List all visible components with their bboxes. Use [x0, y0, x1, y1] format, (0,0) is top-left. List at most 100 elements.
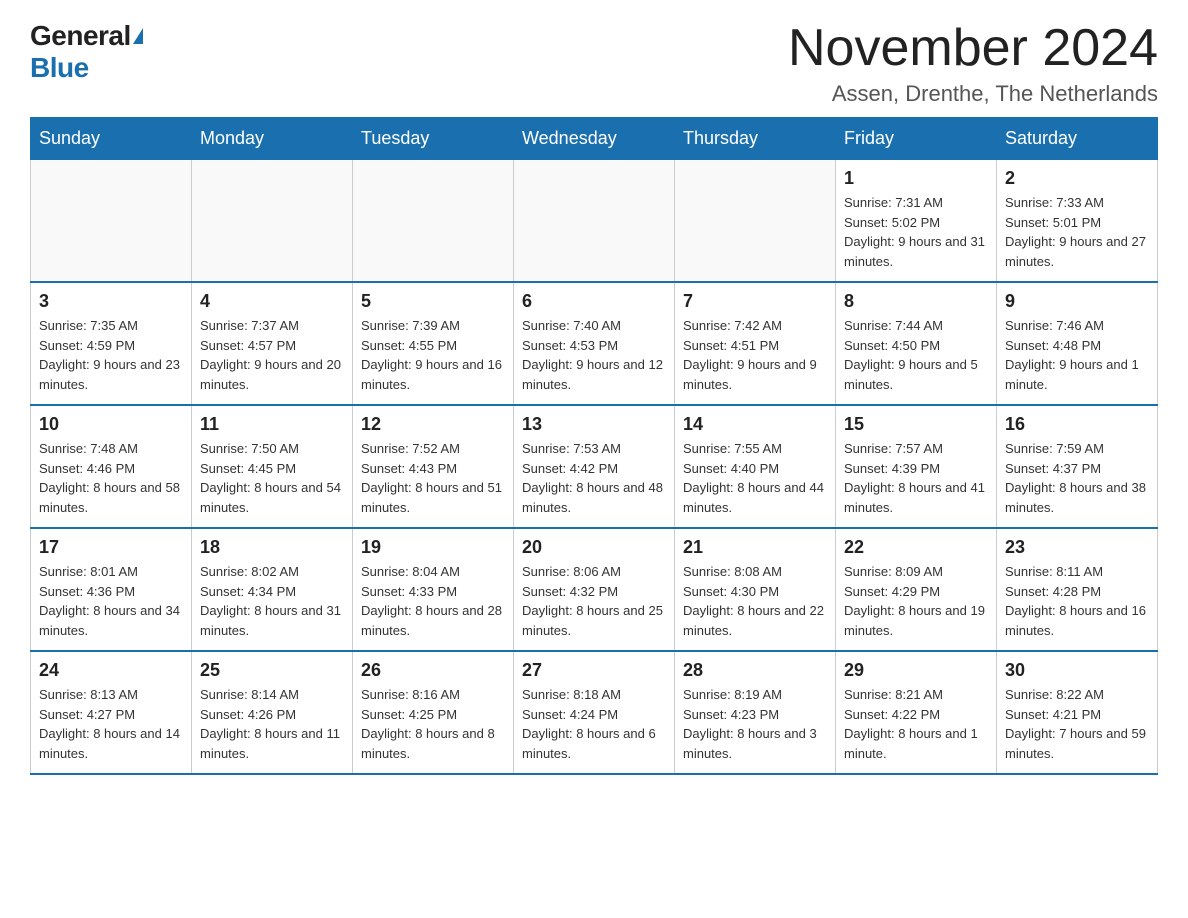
- title-block: November 2024 Assen, Drenthe, The Nether…: [788, 20, 1158, 107]
- page-header: General Blue November 2024 Assen, Drenth…: [30, 20, 1158, 107]
- day-of-week-header: Sunday: [31, 118, 192, 160]
- day-number: 22: [844, 537, 988, 558]
- day-number: 5: [361, 291, 505, 312]
- day-number: 15: [844, 414, 988, 435]
- calendar-week-row: 1Sunrise: 7:31 AMSunset: 5:02 PMDaylight…: [31, 160, 1158, 283]
- day-number: 9: [1005, 291, 1149, 312]
- calendar-day-cell: 17Sunrise: 8:01 AMSunset: 4:36 PMDayligh…: [31, 528, 192, 651]
- calendar-day-cell: 26 Sunrise: 8:16 AMSunset: 4:25 PMDayligh…: [353, 651, 514, 774]
- day-info: Sunrise: 7:46 AMSunset: 4:48 PMDaylight:…: [1005, 316, 1149, 394]
- day-info: Sunrise: 7:39 AMSunset: 4:55 PMDaylight:…: [361, 316, 505, 394]
- day-info: Sunrise: 7:40 AMSunset: 4:53 PMDaylight:…: [522, 316, 666, 394]
- calendar-day-cell: 5 Sunrise: 7:39 AMSunset: 4:55 PMDaylight…: [353, 282, 514, 405]
- day-number: 11: [200, 414, 344, 435]
- day-info: Sunrise: 7:33 AMSunset: 5:01 PMDaylight:…: [1005, 193, 1149, 271]
- day-number: 26: [361, 660, 505, 681]
- calendar-day-cell: 16 Sunrise: 7:59 AMSunset: 4:37 PMDayligh…: [997, 405, 1158, 528]
- calendar-day-cell: 30Sunrise: 8:22 AMSunset: 4:21 PMDayligh…: [997, 651, 1158, 774]
- calendar-day-cell: 27 Sunrise: 8:18 AMSunset: 4:24 PMDayligh…: [514, 651, 675, 774]
- calendar-day-cell: 23 Sunrise: 8:11 AMSunset: 4:28 PMDayligh…: [997, 528, 1158, 651]
- day-info: Sunrise: 8:21 AMSunset: 4:22 PMDaylight:…: [844, 685, 988, 763]
- day-info: Sunrise: 7:44 AMSunset: 4:50 PMDaylight:…: [844, 316, 988, 394]
- day-info: Sunrise: 8:16 AMSunset: 4:25 PMDaylight:…: [361, 685, 505, 763]
- calendar-header-row: SundayMondayTuesdayWednesdayThursdayFrid…: [31, 118, 1158, 160]
- day-info: Sunrise: 7:55 AMSunset: 4:40 PMDaylight:…: [683, 439, 827, 517]
- calendar-week-row: 24 Sunrise: 8:13 AMSunset: 4:27 PMDayligh…: [31, 651, 1158, 774]
- calendar-day-cell: 20 Sunrise: 8:06 AMSunset: 4:32 PMDayligh…: [514, 528, 675, 651]
- calendar-day-cell: 29 Sunrise: 8:21 AMSunset: 4:22 PMDayligh…: [836, 651, 997, 774]
- calendar-day-cell: 1Sunrise: 7:31 AMSunset: 5:02 PMDaylight…: [836, 160, 997, 283]
- day-number: 6: [522, 291, 666, 312]
- day-info: Sunrise: 7:37 AMSunset: 4:57 PMDaylight:…: [200, 316, 344, 394]
- day-number: 29: [844, 660, 988, 681]
- calendar-day-cell: 19 Sunrise: 8:04 AMSunset: 4:33 PMDayligh…: [353, 528, 514, 651]
- day-info: Sunrise: 7:52 AMSunset: 4:43 PMDaylight:…: [361, 439, 505, 517]
- day-number: 12: [361, 414, 505, 435]
- calendar-week-row: 10 Sunrise: 7:48 AMSunset: 4:46 PMDayligh…: [31, 405, 1158, 528]
- day-info: Sunrise: 8:02 AMSunset: 4:34 PMDaylight:…: [200, 562, 344, 640]
- day-number: 18: [200, 537, 344, 558]
- day-number: 25: [200, 660, 344, 681]
- calendar-day-cell: 21 Sunrise: 8:08 AMSunset: 4:30 PMDayligh…: [675, 528, 836, 651]
- day-info: Sunrise: 7:53 AMSunset: 4:42 PMDaylight:…: [522, 439, 666, 517]
- calendar-day-cell: 14 Sunrise: 7:55 AMSunset: 4:40 PMDayligh…: [675, 405, 836, 528]
- calendar-day-cell: 6 Sunrise: 7:40 AMSunset: 4:53 PMDaylight…: [514, 282, 675, 405]
- day-of-week-header: Monday: [192, 118, 353, 160]
- day-number: 3: [39, 291, 183, 312]
- day-info: Sunrise: 8:04 AMSunset: 4:33 PMDaylight:…: [361, 562, 505, 640]
- day-of-week-header: Saturday: [997, 118, 1158, 160]
- calendar-table: SundayMondayTuesdayWednesdayThursdayFrid…: [30, 117, 1158, 775]
- calendar-day-cell: 2 Sunrise: 7:33 AMSunset: 5:01 PMDaylight…: [997, 160, 1158, 283]
- logo-blue-text: Blue: [30, 52, 89, 84]
- day-number: 24: [39, 660, 183, 681]
- day-number: 21: [683, 537, 827, 558]
- logo-triangle-icon: [133, 28, 143, 44]
- calendar-day-cell: [353, 160, 514, 283]
- day-info: Sunrise: 8:11 AMSunset: 4:28 PMDaylight:…: [1005, 562, 1149, 640]
- day-info: Sunrise: 8:13 AMSunset: 4:27 PMDaylight:…: [39, 685, 183, 763]
- day-info: Sunrise: 8:09 AMSunset: 4:29 PMDaylight:…: [844, 562, 988, 640]
- day-info: Sunrise: 7:42 AMSunset: 4:51 PMDaylight:…: [683, 316, 827, 394]
- calendar-day-cell: 18 Sunrise: 8:02 AMSunset: 4:34 PMDayligh…: [192, 528, 353, 651]
- calendar-day-cell: 3Sunrise: 7:35 AMSunset: 4:59 PMDaylight…: [31, 282, 192, 405]
- calendar-day-cell: [192, 160, 353, 283]
- day-of-week-header: Friday: [836, 118, 997, 160]
- calendar-day-cell: 7Sunrise: 7:42 AMSunset: 4:51 PMDaylight…: [675, 282, 836, 405]
- calendar-subtitle: Assen, Drenthe, The Netherlands: [788, 81, 1158, 107]
- calendar-day-cell: 24 Sunrise: 8:13 AMSunset: 4:27 PMDayligh…: [31, 651, 192, 774]
- calendar-week-row: 17Sunrise: 8:01 AMSunset: 4:36 PMDayligh…: [31, 528, 1158, 651]
- calendar-day-cell: 8 Sunrise: 7:44 AMSunset: 4:50 PMDaylight…: [836, 282, 997, 405]
- day-number: 1: [844, 168, 988, 189]
- day-number: 27: [522, 660, 666, 681]
- day-info: Sunrise: 7:57 AMSunset: 4:39 PMDaylight:…: [844, 439, 988, 517]
- calendar-day-cell: [514, 160, 675, 283]
- day-number: 19: [361, 537, 505, 558]
- calendar-week-row: 3Sunrise: 7:35 AMSunset: 4:59 PMDaylight…: [31, 282, 1158, 405]
- day-info: Sunrise: 8:01 AMSunset: 4:36 PMDaylight:…: [39, 562, 183, 640]
- calendar-day-cell: 25Sunrise: 8:14 AMSunset: 4:26 PMDayligh…: [192, 651, 353, 774]
- day-info: Sunrise: 7:50 AMSunset: 4:45 PMDaylight:…: [200, 439, 344, 517]
- day-number: 8: [844, 291, 988, 312]
- day-number: 2: [1005, 168, 1149, 189]
- day-number: 23: [1005, 537, 1149, 558]
- day-of-week-header: Tuesday: [353, 118, 514, 160]
- day-number: 16: [1005, 414, 1149, 435]
- calendar-title: November 2024: [788, 20, 1158, 77]
- calendar-day-cell: 12 Sunrise: 7:52 AMSunset: 4:43 PMDayligh…: [353, 405, 514, 528]
- day-info: Sunrise: 8:19 AMSunset: 4:23 PMDaylight:…: [683, 685, 827, 763]
- day-info: Sunrise: 8:06 AMSunset: 4:32 PMDaylight:…: [522, 562, 666, 640]
- calendar-day-cell: 28 Sunrise: 8:19 AMSunset: 4:23 PMDayligh…: [675, 651, 836, 774]
- day-of-week-header: Thursday: [675, 118, 836, 160]
- day-number: 28: [683, 660, 827, 681]
- day-number: 20: [522, 537, 666, 558]
- day-number: 14: [683, 414, 827, 435]
- calendar-day-cell: 11 Sunrise: 7:50 AMSunset: 4:45 PMDayligh…: [192, 405, 353, 528]
- day-info: Sunrise: 8:08 AMSunset: 4:30 PMDaylight:…: [683, 562, 827, 640]
- day-info: Sunrise: 8:18 AMSunset: 4:24 PMDaylight:…: [522, 685, 666, 763]
- day-info: Sunrise: 8:22 AMSunset: 4:21 PMDaylight:…: [1005, 685, 1149, 763]
- day-info: Sunrise: 7:48 AMSunset: 4:46 PMDaylight:…: [39, 439, 183, 517]
- day-number: 10: [39, 414, 183, 435]
- day-info: Sunrise: 7:59 AMSunset: 4:37 PMDaylight:…: [1005, 439, 1149, 517]
- logo-general-text: General: [30, 20, 131, 52]
- calendar-day-cell: 15 Sunrise: 7:57 AMSunset: 4:39 PMDayligh…: [836, 405, 997, 528]
